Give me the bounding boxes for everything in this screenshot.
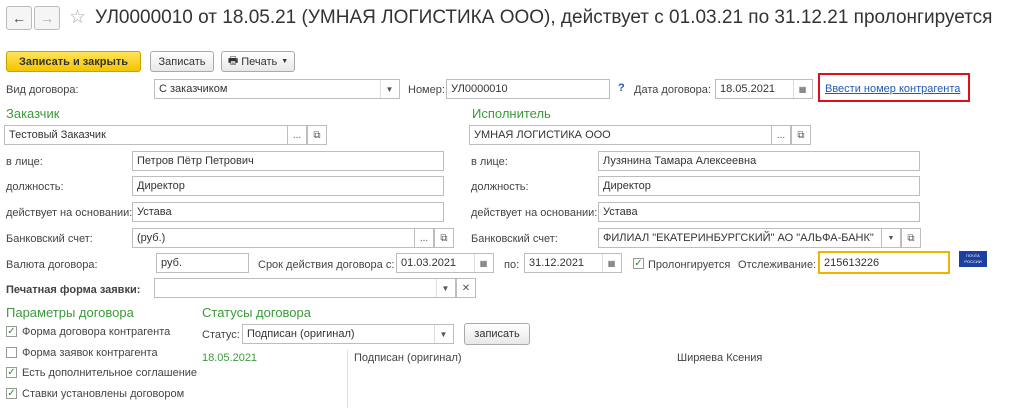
param-checkbox-3[interactable]: ✓	[6, 367, 17, 378]
clear-icon[interactable]: ✕	[456, 278, 476, 298]
page-title: УЛ0000010 от 18.05.21 (УМНАЯ ЛОГИСТИКА О…	[95, 7, 993, 28]
calendar-icon[interactable]: ▦	[474, 254, 492, 272]
contractor-open-icon[interactable]: ⧉	[791, 125, 811, 145]
customer-basis-input[interactable]: Устава	[132, 202, 444, 222]
calendar-icon[interactable]: ▦	[602, 254, 620, 272]
date-value: 18.05.2021	[720, 83, 776, 95]
status-label: Статус:	[202, 329, 240, 341]
status-select[interactable]: Подписан (оригинал) ▼	[242, 324, 454, 344]
contractor-select-button[interactable]: ...	[771, 125, 791, 145]
customer-bank-select-button[interactable]: ...	[414, 228, 434, 248]
param-label-3: Есть дополнительное соглашение	[22, 367, 198, 379]
arrow-right-icon: →	[40, 10, 54, 26]
param-label-4: Ставки установлены договором	[22, 388, 185, 400]
valid-to-value: 31.12.2021	[529, 257, 585, 269]
russian-post-logo-text: ПОЧТА РОССИИ	[964, 253, 982, 264]
customer-basis-label: действует на основании:	[6, 207, 133, 219]
print-form-select[interactable]: ▼	[154, 278, 456, 298]
chevron-down-icon: ▼	[887, 234, 895, 242]
param-checkbox-2[interactable]	[6, 347, 17, 358]
contract-type-select[interactable]: С заказчиком ▼	[154, 79, 400, 99]
customer-person-label: в лице:	[6, 156, 43, 168]
contractor-name-input[interactable]: УМНАЯ ЛОГИСТИКА ООО	[469, 125, 772, 145]
dropdown-arrow-icon: ▼	[281, 58, 289, 65]
prolong-label: Пролонгируется	[648, 259, 731, 271]
contractor-basis-input[interactable]: Устава	[598, 202, 920, 222]
customer-position-input[interactable]: Директор	[132, 176, 444, 196]
contractor-position-input[interactable]: Директор	[598, 176, 920, 196]
forward-button[interactable]: →	[34, 6, 60, 30]
contractor-person-input[interactable]: Лузянина Тамара Алексеевна	[598, 151, 920, 171]
validity-label: Срок действия договора с:	[258, 259, 395, 271]
date-label: Дата договора:	[634, 84, 711, 96]
currency-input[interactable]: руб.	[156, 253, 249, 273]
column-divider	[347, 350, 348, 408]
print-form-label: Печатная форма заявки:	[6, 284, 141, 296]
contractor-basis-label: действует на основании:	[471, 207, 598, 219]
enter-counterparty-number-link[interactable]: Ввести номер контрагента	[825, 83, 960, 95]
contract-type-label: Вид договора:	[6, 84, 79, 96]
contract-type-value: С заказчиком	[159, 83, 228, 95]
save-button[interactable]: Записать	[150, 51, 214, 72]
status-row-user: Ширяева Ксения	[677, 352, 763, 364]
customer-select-button[interactable]: ...	[287, 125, 307, 145]
valid-to-label: по:	[504, 259, 520, 271]
status-value: Подписан (оригинал)	[247, 328, 355, 340]
status-row-status: Подписан (оригинал)	[354, 352, 462, 364]
save-and-close-button[interactable]: Записать и закрыть	[6, 51, 141, 72]
contractor-person-label: в лице:	[471, 156, 508, 168]
status-row-date: 18.05.2021	[202, 352, 258, 364]
valid-from-value: 01.03.2021	[401, 257, 457, 269]
valid-from-input[interactable]: 01.03.2021 ▦	[396, 253, 494, 273]
param-checkbox-1[interactable]: ✓	[6, 326, 17, 337]
customer-position-label: должность:	[6, 181, 64, 193]
russian-post-logo[interactable]: ПОЧТА РОССИИ	[959, 251, 987, 267]
chevron-down-icon[interactable]: ▼	[434, 325, 452, 343]
contractor-position-label: должность:	[471, 181, 529, 193]
contractor-bank-label: Банковский счет:	[471, 233, 558, 245]
params-section-title: Параметры договора	[6, 305, 134, 320]
contractor-bank-input[interactable]: ФИЛИАЛ "ЕКАТЕРИНБУРГСКИЙ" АО "АЛЬФА-БАНК…	[598, 228, 882, 248]
arrow-left-icon: ←	[12, 10, 26, 26]
customer-bank-input[interactable]: (руб.)	[132, 228, 429, 248]
contractor-bank-open-icon[interactable]: ⧉	[901, 228, 921, 248]
tracking-label: Отслеживание:	[738, 259, 817, 271]
chevron-down-icon[interactable]: ▼	[380, 80, 398, 98]
print-button-label: Печать	[241, 55, 278, 68]
customer-section-title: Заказчик	[6, 106, 60, 121]
prolong-checkbox[interactable]: ✓	[633, 258, 644, 269]
customer-bank-open-icon[interactable]: ⧉	[434, 228, 454, 248]
number-input[interactable]: УЛ0000010	[446, 79, 610, 99]
customer-name-input[interactable]: Тестовый Заказчик	[4, 125, 288, 145]
contractor-bank-dropdown[interactable]: ▼	[881, 228, 901, 248]
valid-to-input[interactable]: 31.12.2021 ▦	[524, 253, 622, 273]
back-button[interactable]: ←	[6, 6, 32, 30]
printer-icon: 🖶	[227, 55, 239, 67]
tracking-input[interactable]: 215613226	[818, 251, 950, 274]
help-icon[interactable]: ?	[618, 82, 625, 94]
calendar-icon[interactable]: ▦	[793, 80, 811, 98]
date-input[interactable]: 18.05.2021 ▦	[715, 79, 813, 99]
contractor-section-title: Исполнитель	[472, 106, 551, 121]
statuses-section-title: Статусы договора	[202, 305, 312, 320]
customer-open-icon[interactable]: ⧉	[307, 125, 327, 145]
customer-bank-label: Банковский счет:	[6, 233, 93, 245]
param-label-1: Форма договора контрагента	[22, 326, 171, 338]
status-save-button[interactable]: записать	[464, 323, 530, 345]
param-checkbox-4[interactable]: ✓	[6, 388, 17, 399]
param-label-2: Форма заявок контрагента	[22, 347, 158, 359]
number-label: Номер:	[408, 84, 445, 96]
chevron-down-icon[interactable]: ▼	[436, 279, 454, 297]
customer-person-input[interactable]: Петров Пётр Петрович	[132, 151, 444, 171]
currency-label: Валюта договора:	[6, 259, 98, 271]
favorite-star-icon[interactable]: ☆	[69, 6, 86, 29]
print-button[interactable]: 🖶 Печать ▼	[221, 51, 295, 72]
